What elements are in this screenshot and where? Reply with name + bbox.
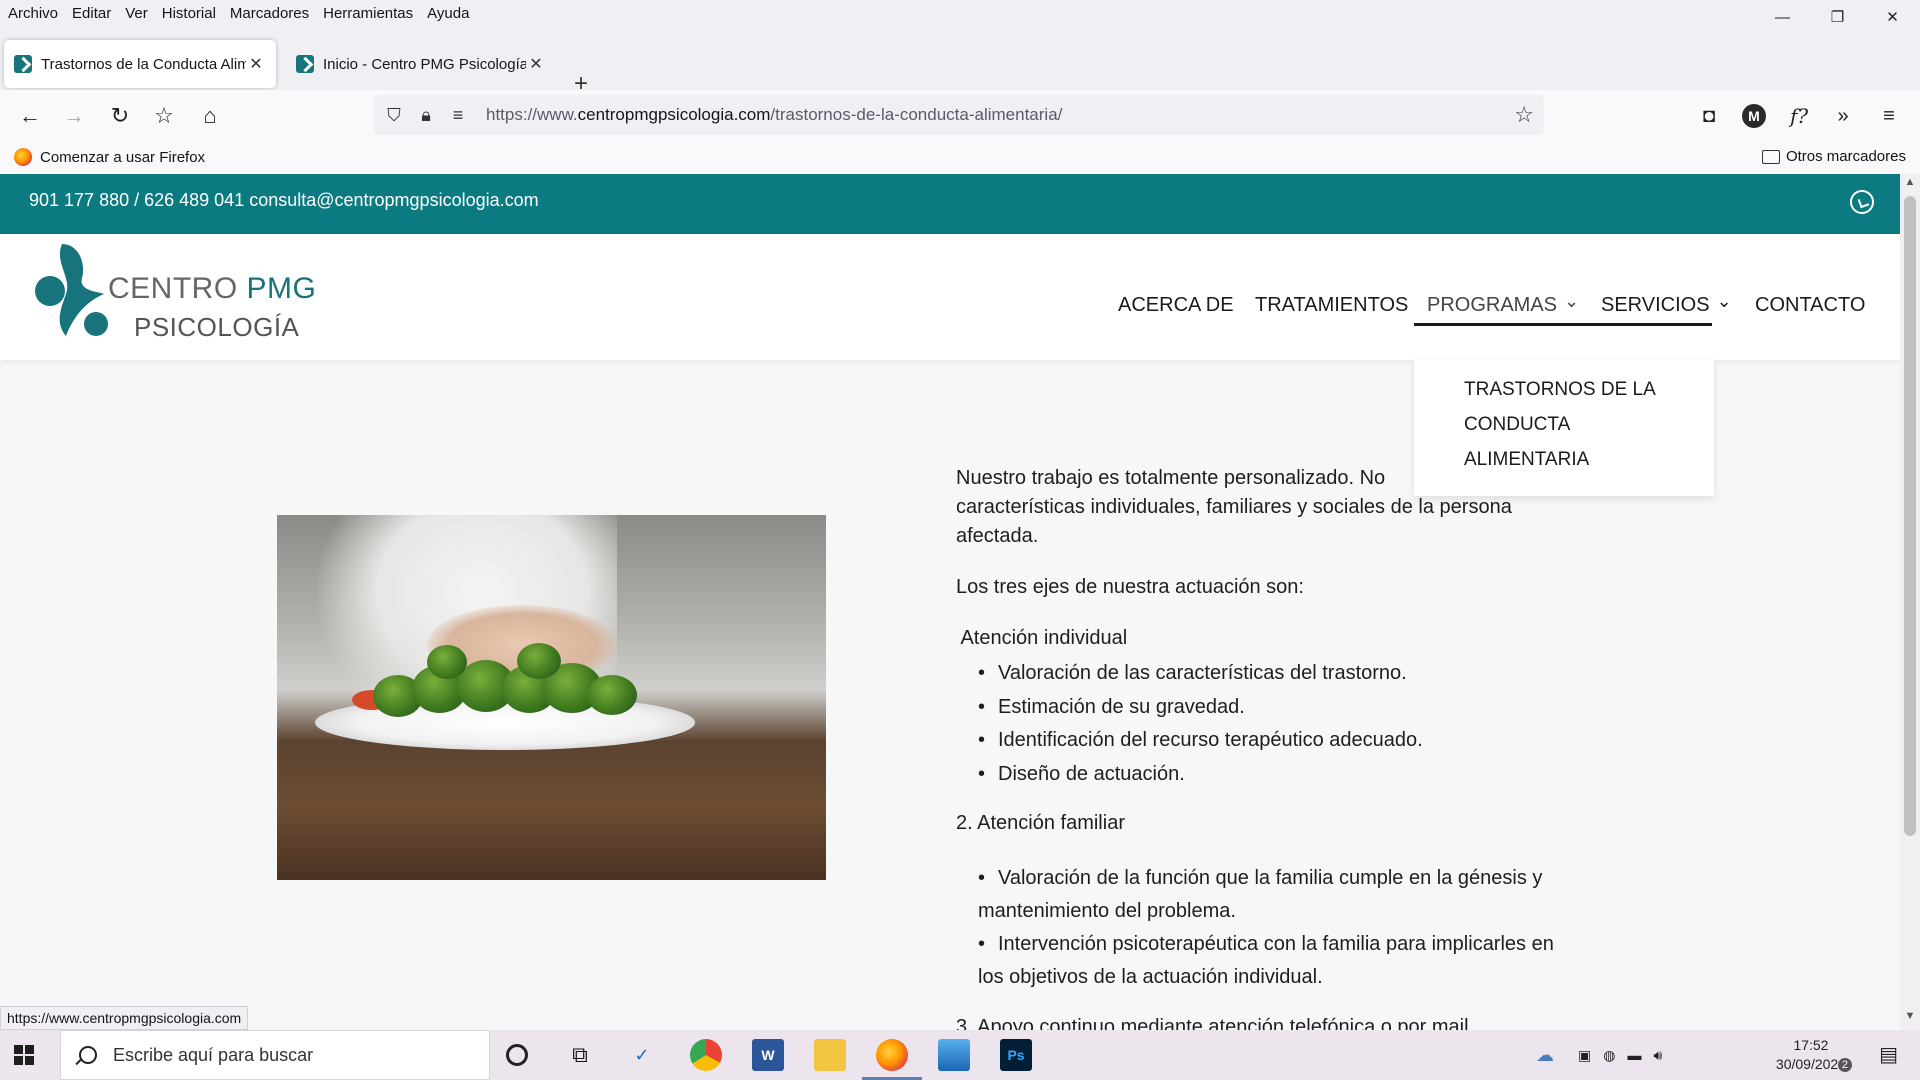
back-arrow-icon[interactable]: ← bbox=[14, 102, 46, 130]
bookmarks-bar: Comenzar a usar Firefox Otros marcadores bbox=[0, 140, 1920, 174]
pocket-icon[interactable]: ◘ bbox=[1694, 102, 1724, 130]
url-text[interactable]: https://www.centropmgpsicologia.com/tras… bbox=[486, 105, 1062, 125]
tab-bar: Trastornos de la Conducta Alim ✕ Inicio … bbox=[0, 26, 1920, 97]
notification-count-icon[interactable]: 2 bbox=[1824, 1044, 1852, 1072]
nav-tratamientos[interactable]: TRATAMIENTOS bbox=[1255, 294, 1408, 317]
section2-list: Valoración de la función que la familia … bbox=[956, 862, 1554, 994]
broccoli-figure bbox=[587, 675, 637, 715]
file-explorer-icon[interactable] bbox=[814, 1039, 846, 1071]
list-item: Diseño de actuación. bbox=[956, 758, 1423, 792]
tab-inicio[interactable]: Inicio - Centro PMG Psicología ✕ bbox=[286, 40, 556, 88]
firefox-taskbar-icon[interactable] bbox=[862, 1039, 922, 1080]
section1-title: Atención individual bbox=[956, 627, 1128, 649]
scroll-thumb[interactable] bbox=[1904, 196, 1916, 836]
volume-icon[interactable]: 🔊︎ bbox=[1653, 1047, 1662, 1064]
bookmark-firefox-start[interactable]: Comenzar a usar Firefox bbox=[40, 149, 205, 166]
app-vk-icon[interactable]: ✓ bbox=[626, 1039, 658, 1071]
photoshop-icon[interactable]: Ps bbox=[1000, 1039, 1032, 1071]
tab-title: Trastornos de la Conducta Alim bbox=[41, 55, 246, 73]
menu-icon[interactable]: ≡ bbox=[1874, 102, 1904, 130]
network-icon[interactable]: ◍ bbox=[1603, 1047, 1615, 1064]
bookmark-star-icon[interactable]: ☆ bbox=[1514, 102, 1534, 128]
programas-dropdown: TRASTORNOS DE LA CONDUCTA ALIMENTARIA bbox=[1414, 360, 1714, 496]
battery-icon[interactable]: ▬ bbox=[1627, 1047, 1641, 1063]
search-icon bbox=[79, 1046, 97, 1064]
photos-icon[interactable] bbox=[938, 1039, 970, 1071]
nav-programas[interactable]: PROGRAMAS bbox=[1427, 294, 1579, 317]
overflow-icon[interactable]: » bbox=[1828, 102, 1858, 130]
nav-contacto[interactable]: CONTACTO bbox=[1755, 294, 1865, 317]
section2-title: 2. Atención familiar bbox=[956, 812, 1125, 834]
menu-archivo[interactable]: Archivo bbox=[0, 5, 65, 22]
section1-list: Valoración de las características del tr… bbox=[956, 657, 1423, 791]
windows-taskbar: Escribe aquí para buscar ⧉ ✓ W Ps ☁ ▣ ◍ … bbox=[0, 1030, 1920, 1080]
windows-start-icon[interactable] bbox=[14, 1045, 34, 1065]
section3-partial: 3. Apoyo continuo mediante atención tele… bbox=[956, 1017, 1469, 1030]
nav-acerca-de[interactable]: ACERCA DE bbox=[1118, 294, 1234, 317]
broccoli-figure bbox=[517, 643, 561, 679]
contact-strip: 901 177 880 / 626 489 041 consulta@centr… bbox=[0, 174, 1900, 234]
task-view-icon[interactable]: ⧉ bbox=[564, 1039, 596, 1071]
scroll-down-icon[interactable]: ▼ bbox=[1900, 1010, 1920, 1028]
menu-ver[interactable]: Ver bbox=[118, 5, 155, 22]
shield-icon[interactable]: ⛉ bbox=[378, 105, 410, 126]
site-header: CENTRO PMG PSICOLOGÍA ACERCA DE TRATAMIE… bbox=[0, 234, 1900, 360]
list-item: Identificación del recurso terapéutico a… bbox=[956, 724, 1423, 758]
account-icon[interactable]: M bbox=[1742, 104, 1766, 128]
whatsapp-icon[interactable] bbox=[1850, 190, 1874, 214]
list-item: Valoración de las características del tr… bbox=[956, 657, 1423, 691]
tab-trastornos[interactable]: Trastornos de la Conducta Alim ✕ bbox=[4, 40, 276, 88]
link-status-tooltip: https://www.centropmgpsicologia.com bbox=[0, 1006, 249, 1030]
onedrive-icon[interactable]: ☁ bbox=[1536, 1045, 1554, 1066]
taskbar-search[interactable]: Escribe aquí para buscar bbox=[60, 1030, 490, 1080]
close-tab-icon[interactable]: ✕ bbox=[526, 54, 546, 74]
other-bookmarks-label: Otros marcadores bbox=[1785, 148, 1906, 165]
tab-title: Inicio - Centro PMG Psicología bbox=[323, 55, 526, 73]
contact-info[interactable]: 901 177 880 / 626 489 041 consulta@centr… bbox=[29, 190, 539, 211]
list-item: Intervención psicoterapéutica con la fam… bbox=[956, 928, 1554, 994]
lock-icon[interactable]: 🔒︎ bbox=[410, 105, 442, 126]
close-tab-icon[interactable]: ✕ bbox=[246, 54, 266, 74]
system-tray: ☁ ▣ ◍ ▬ 🔊︎ bbox=[1536, 1030, 1662, 1080]
page-scrollbar[interactable]: ▲ ▼ bbox=[1900, 174, 1920, 1030]
nav-active-underline bbox=[1414, 323, 1712, 326]
broccoli-plate-image bbox=[277, 515, 826, 880]
home-icon[interactable]: ⌂ bbox=[194, 102, 226, 130]
cortana-icon[interactable] bbox=[506, 1044, 528, 1066]
meet-now-icon[interactable]: ▣ bbox=[1578, 1047, 1591, 1064]
site-favicon-icon bbox=[296, 55, 314, 73]
nav-servicios[interactable]: SERVICIOS bbox=[1601, 294, 1732, 317]
action-center-icon[interactable]: ▤ bbox=[1879, 1042, 1898, 1067]
broccoli-figure bbox=[427, 645, 467, 679]
forward-arrow-icon[interactable]: → bbox=[58, 102, 90, 130]
site-favicon-icon bbox=[14, 55, 32, 73]
main-nav: ACERCA DE TRATAMIENTOS PROGRAMAS SERVICI… bbox=[0, 234, 1900, 360]
menu-historial[interactable]: Historial bbox=[155, 5, 223, 22]
pocket-save-icon[interactable]: ☆ bbox=[148, 102, 180, 130]
menu-bar: Archivo Editar Ver Historial Marcadores … bbox=[0, 0, 1920, 26]
chrome-icon[interactable] bbox=[690, 1039, 722, 1071]
scroll-up-icon[interactable]: ▲ bbox=[1900, 176, 1920, 194]
folder-icon bbox=[1761, 149, 1780, 164]
dropdown-item-trastornos[interactable]: TRASTORNOS DE LA CONDUCTA ALIMENTARIA bbox=[1464, 372, 1684, 477]
reload-icon[interactable]: ↻ bbox=[104, 102, 136, 130]
intro-line-3: afectada. bbox=[956, 525, 1039, 547]
permissions-icon[interactable]: ≡ bbox=[442, 105, 474, 126]
menu-ayuda[interactable]: Ayuda bbox=[420, 5, 476, 22]
other-bookmarks[interactable]: Otros marcadores bbox=[1761, 148, 1906, 165]
formula-icon[interactable]: f? bbox=[1784, 102, 1814, 130]
web-page: 901 177 880 / 626 489 041 consulta@centr… bbox=[0, 174, 1900, 1030]
list-item: Valoración de la función que la familia … bbox=[956, 862, 1554, 928]
nav-toolbar: ← → ↻ ☆ ⌂ ⛉ 🔒︎ ≡ https://www.centropmgps… bbox=[0, 90, 1920, 140]
taskbar-search-placeholder: Escribe aquí para buscar bbox=[113, 1044, 314, 1065]
address-bar[interactable]: ⛉ 🔒︎ ≡ https://www.centropmgpsicologia.c… bbox=[374, 95, 1544, 135]
intro-line-2: características individuales, familiares… bbox=[956, 496, 1512, 518]
list-item: Estimación de su gravedad. bbox=[956, 691, 1423, 725]
axes-title: Los tres ejes de nuestra actuación son: bbox=[956, 576, 1304, 598]
firefox-icon bbox=[14, 148, 32, 166]
word-icon[interactable]: W bbox=[752, 1039, 784, 1071]
menu-herramientas[interactable]: Herramientas bbox=[316, 5, 420, 22]
menu-marcadores[interactable]: Marcadores bbox=[223, 5, 316, 22]
menu-editar[interactable]: Editar bbox=[65, 5, 118, 22]
